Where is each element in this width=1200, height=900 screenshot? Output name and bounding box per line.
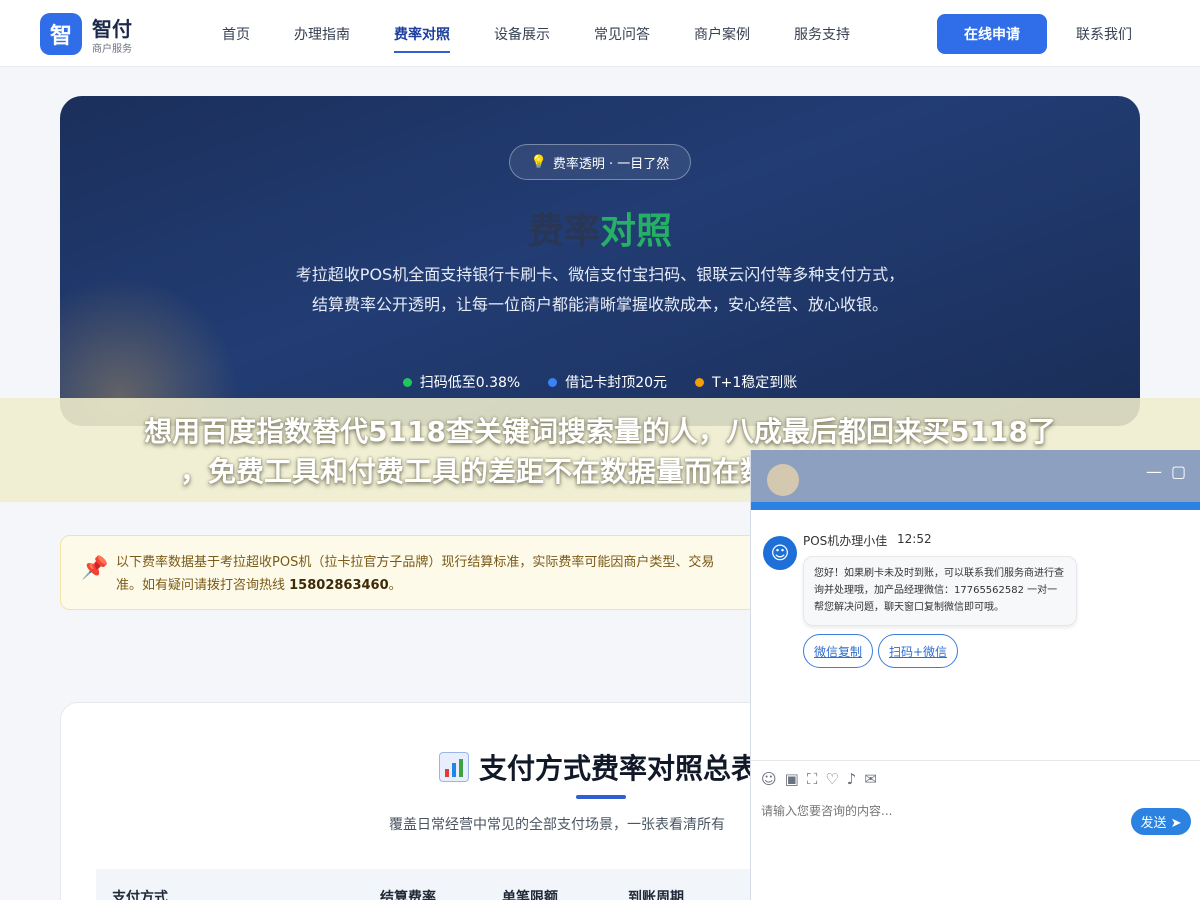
chat-header-avatar <box>767 464 799 496</box>
chat-header[interactable]: — ▢ <box>751 450 1200 502</box>
agent-name: POS机办理小佳 <box>803 534 888 548</box>
voice-icon[interactable]: ♪ <box>847 770 857 788</box>
hotline-number[interactable]: 15802863460 <box>289 578 389 593</box>
feature-text: T+1稳定到账 <box>712 375 798 391</box>
feature-dot-icon <box>695 377 705 387</box>
nav-item-support[interactable]: 服务支持 <box>772 0 872 67</box>
main-nav: 首页 办理指南 费率对照 设备展示 常见问答 商户案例 服务支持 <box>200 0 872 67</box>
apply-online-button[interactable]: 在线申请 <box>937 14 1047 54</box>
logo-title[interactable]: 智付 <box>92 13 132 42</box>
hero-features: 扫码低至0.38% 借记卡封顶20元 T+1稳定到账 <box>60 372 1140 392</box>
hero-title-part2: 对照 <box>600 211 673 252</box>
notice-line1: 以下费率数据基于考拉超收POS机（拉卡拉官方子品牌）现行结算标准，实际费率可能因… <box>116 555 715 570</box>
summary-subtitle: 覆盖日常经营中常见的全部支付场景，一张表看清所有 <box>389 817 725 833</box>
feature-item-debit: 借记卡封顶20元 <box>548 372 667 392</box>
chat-toolbar: ☺ ▣ ⛶ ♡ ♪ ✉ <box>761 770 877 788</box>
logo-subtitle: 商户服务 <box>92 44 132 55</box>
nav-item-rates[interactable]: 费率对照 <box>372 0 472 67</box>
chat-message-input[interactable] <box>761 800 1121 822</box>
send-arrow-icon: ➤ <box>1170 816 1182 831</box>
top-header: 智 智付 商户服务 首页 办理指南 费率对照 设备展示 常见问答 商户案例 服务… <box>0 0 1200 67</box>
summary-title: 支付方式费率对照总表 <box>439 747 759 787</box>
column-header-period: 到账周期 <box>628 890 684 900</box>
pill-text: 费率透明 · 一目了然 <box>552 156 670 172</box>
window-icon[interactable]: ▢ <box>1171 462 1186 481</box>
feature-text: 扫码低至0.38% <box>419 375 521 391</box>
image-icon[interactable]: ▣ <box>785 770 799 788</box>
nav-item-home[interactable]: 首页 <box>200 0 272 67</box>
chat-divider <box>751 760 1200 761</box>
agent-message-bubble: 您好！如果刷卡未及时到账，可以联系我们服务商进行查询并处理哦，加产品经理微信：1… <box>803 556 1077 626</box>
notice-line2: 准。如有疑问请拨打咨询热线 <box>116 578 290 593</box>
message-time: 12:52 <box>897 532 932 546</box>
feature-item-settlement: T+1稳定到账 <box>695 372 797 392</box>
nav-item-faq[interactable]: 常见问答 <box>572 0 672 67</box>
bar-chart-icon <box>439 752 469 782</box>
hero-description: 考拉超收POS机全面支持银行卡刷卡、微信支付宝扫码、银联云闪付等多种支付方式，结… <box>295 265 905 314</box>
nav-item-cases[interactable]: 商户案例 <box>672 0 772 67</box>
contact-us-link[interactable]: 联系我们 <box>1076 24 1132 44</box>
agent-avatar-icon: ☺ <box>763 536 797 570</box>
hero-pill-badge: 💡 费率透明 · 一目了然 <box>509 144 691 180</box>
emoji-icon[interactable]: ☺ <box>761 770 777 788</box>
feature-text: 借记卡封顶20元 <box>565 375 668 391</box>
feature-item-scan: 扫码低至0.38% <box>402 372 521 392</box>
lightbulb-icon: 💡 <box>530 154 547 170</box>
screenshot-icon[interactable]: ⛶ <box>807 770 818 788</box>
send-label: 发送 <box>1140 816 1167 831</box>
hero-title-part1: 费率 <box>527 211 600 252</box>
send-button[interactable]: 发送 ➤ <box>1131 808 1191 835</box>
summary-title-text: 支付方式费率对照总表 <box>479 752 760 785</box>
pushpin-icon: 📌 <box>81 556 109 581</box>
nav-item-devices[interactable]: 设备展示 <box>472 0 572 67</box>
comment-icon[interactable]: ✉ <box>864 770 877 788</box>
minimize-icon[interactable]: — <box>1146 462 1162 481</box>
nav-item-guide[interactable]: 办理指南 <box>272 0 372 67</box>
notice-end: 。 <box>388 578 402 593</box>
overlay-line1: 想用百度指数替代5118查关键词搜索量的人，八成最后都回来买5118了 <box>144 415 1056 448</box>
hero-banner: 💡 费率透明 · 一目了然 费率对照 考拉超收POS机全面支持银行卡刷卡、微信支… <box>60 96 1140 426</box>
copy-wechat-button[interactable]: 微信复制 <box>803 634 873 668</box>
summary-title-underline <box>576 795 626 799</box>
rating-icon[interactable]: ♡ <box>825 770 838 788</box>
column-header-method: 支付方式 <box>112 890 168 900</box>
scan-wechat-button[interactable]: 扫码+微信 <box>878 634 958 668</box>
feature-dot-icon <box>548 377 558 387</box>
logo-icon[interactable]: 智 <box>40 13 82 55</box>
chat-widget: — ▢ ☺ POS机办理小佳 12:52 您好！如果刷卡未及时到账，可以联系我们… <box>750 450 1200 900</box>
chat-accent-strip <box>751 502 1200 510</box>
column-header-limit: 单笔限额 <box>502 890 558 900</box>
column-header-rate: 结算费率 <box>380 890 436 900</box>
feature-dot-icon <box>402 377 412 387</box>
notice-text: 以下费率数据基于考拉超收POS机（拉卡拉官方子品牌）现行结算标准，实际费率可能因… <box>116 551 796 597</box>
hero-title: 费率对照 <box>60 202 1140 254</box>
